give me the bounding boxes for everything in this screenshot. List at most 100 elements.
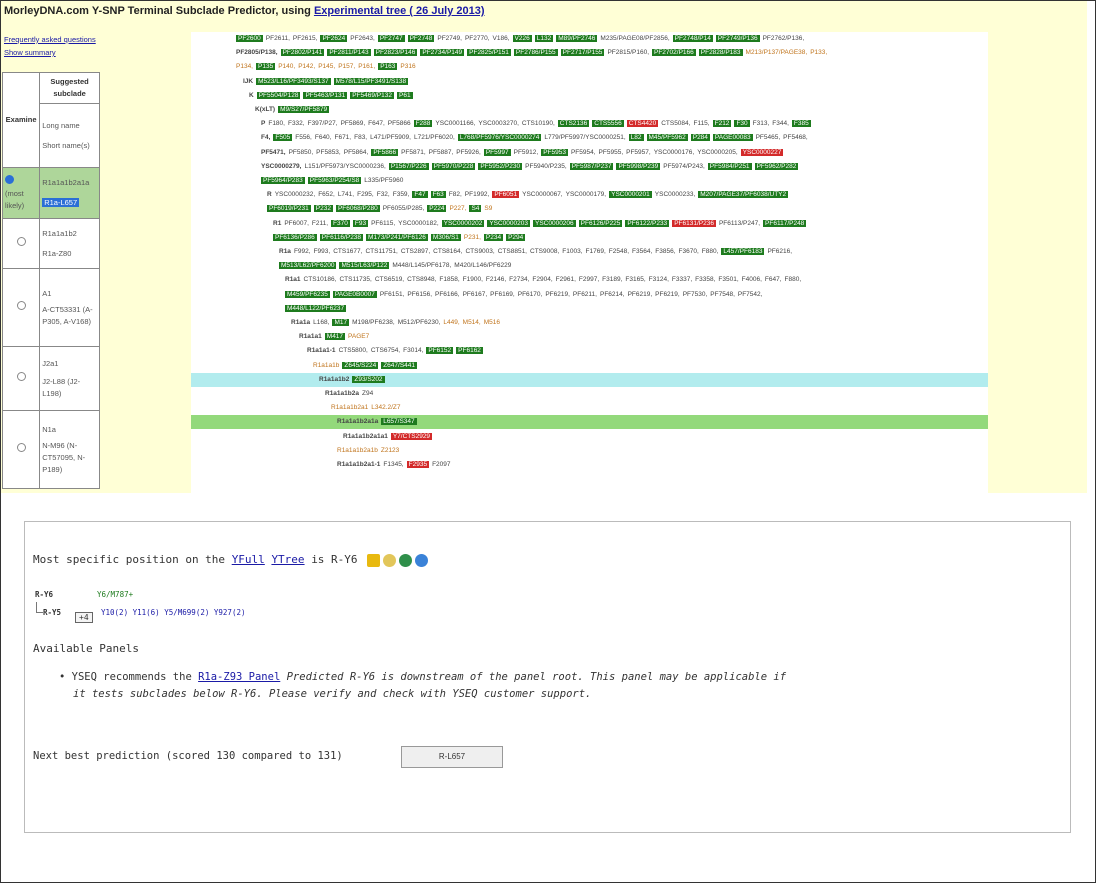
snp-label: M523/L16/PF3493/S137 [256, 78, 331, 85]
snp-label: YSC0000227 [740, 149, 784, 156]
tree-row-text: P134, P135 P140, P142, P145, P157, P161, P163 P3… [236, 61, 419, 73]
examine-cell [1, 218, 41, 269]
snp-label: F2146, [485, 276, 507, 283]
snp-label: F397/P27, [307, 120, 338, 127]
snp-label: F115, [693, 120, 710, 127]
ytree-link[interactable]: YTree [271, 553, 304, 566]
tree-row: R1a1a1b2a1a1 Y7/CTS2929 [191, 430, 988, 444]
tree-row-text: M448/L122/PF6237 [285, 303, 349, 315]
snp-label: F288 [413, 120, 433, 127]
tree-row: M513/L62/PF6200 M515/L63/P122 M448/L145/PF… [191, 259, 988, 273]
clade-name: R1a1a1-1 [307, 347, 336, 354]
snp-label: PF5887, [428, 149, 454, 156]
tree-row-text: R1a1a1b2 Z93/S202 [319, 374, 388, 386]
clade-name: R1a1a [291, 319, 311, 326]
snp-label: PF6219, [655, 291, 680, 298]
snp-label: CTS11735, [339, 276, 372, 283]
snp-label: PF5850, [288, 149, 314, 156]
tree-row: R YSC0000232, F652, L741, F295, F32, F359, F47 F… [191, 188, 988, 202]
snp-label: F3358, [695, 276, 716, 283]
snp-label: S4 [469, 205, 482, 212]
table-row: N1a N-M96 (N-CT57095, N-P189) [1, 410, 100, 489]
snp-label: F2935 [406, 461, 430, 468]
yfull-link[interactable]: YFull [232, 553, 265, 566]
snp-label: PF5953 [541, 149, 568, 156]
examine-radio[interactable] [16, 301, 26, 310]
snp-label: PF2734/P149 [420, 49, 465, 56]
y5-children[interactable]: Y10(2) Y11(6) Y5/M699(2) Y927(2) [101, 608, 246, 617]
clade-name: P [261, 120, 266, 127]
globe-icon[interactable] [399, 553, 413, 567]
coin-icon[interactable] [383, 553, 397, 567]
faq-link[interactable]: Frequently asked questions [4, 35, 96, 44]
examine-radio[interactable] [16, 372, 26, 381]
snp-label: S9 [484, 205, 493, 212]
tree-row: PF6136/P286 PF6116/P238 M173/P241/PF6126 M3… [191, 231, 988, 245]
snp-label: F295, [357, 191, 374, 198]
examine-radio[interactable] [16, 237, 26, 246]
snp-label: F83, [354, 134, 368, 141]
snp-label: PF2748/P14 [672, 35, 713, 42]
r1a-z93-panel-link[interactable]: R1a-Z93 Panel [198, 671, 280, 683]
snp-label: F505 [273, 134, 293, 141]
snp-label: L168, [313, 319, 330, 326]
clade-name: R1a1a1 [299, 333, 322, 340]
snp-label: PF6131/P236 [672, 220, 716, 227]
snp-label: F93 [352, 220, 369, 227]
y6-snps: Y6/M787+ [97, 590, 134, 599]
snp-label: F2961, [555, 276, 576, 283]
snp-label: YSC0000233, [654, 191, 696, 198]
yfull-logo-icon[interactable] [367, 553, 381, 567]
examine-radio[interactable] [16, 443, 26, 452]
snp-label: PF5998/P239 [616, 163, 661, 170]
snp-label: CTS5084, [661, 120, 691, 127]
experimental-tree-link[interactable]: Experimental tree ( 26 July 2013) [314, 5, 485, 17]
clade-name: R1a1a1b2a1a1 [343, 433, 388, 440]
tree-row-text: R1a1a1-1 CTS5800, CTS6754, F3014, PF6152 PF61… [307, 345, 486, 357]
clade-name: R1a1 [285, 276, 301, 283]
tree-row: R1a1a1b Z645/S224 Z647/S441 [191, 359, 988, 373]
snp-label: F32, [376, 191, 390, 198]
expand-button[interactable]: +4 [75, 605, 93, 624]
names-header: Long name Short name(s) [39, 103, 100, 168]
tree-row: R1a1a1-1 CTS5800, CTS6754, F3014, PF6152 PF61… [191, 344, 988, 358]
tree-row: R1a1a1b2a Z94 [191, 387, 988, 401]
examine-cell [1, 410, 41, 489]
snp-label: PF5970/P228 [431, 163, 476, 170]
clade-name: M448/L122/PF6237 [285, 305, 347, 312]
next-best-button[interactable]: R-L657 [401, 746, 503, 768]
snp-label: PF2749/P136 [715, 35, 760, 42]
clade-name: F4, [261, 134, 271, 141]
snp-label: F1345, [383, 461, 404, 468]
snp-label: CTS2136 [557, 120, 590, 127]
snp-label: F180, [268, 120, 285, 127]
snp-label: F2904, [532, 276, 553, 283]
snp-label: F556, [295, 134, 312, 141]
show-summary-link[interactable]: Show summary [4, 48, 56, 57]
tree-row: P134, P135 P140, P142, P145, P157, P161, P163 P3… [191, 60, 988, 74]
clade-name: R1 [273, 220, 282, 227]
snp-label: F647, [368, 120, 385, 127]
help-icon[interactable] [415, 553, 429, 567]
tree-row-text: K(xLT) M9/S27/PF5879 [255, 104, 332, 116]
tree-connector [36, 612, 43, 613]
next-best-text: Next best prediction (scored 130 compare… [33, 750, 343, 762]
snp-label: CTS1677, [333, 248, 363, 255]
snp-label: F47 [412, 191, 428, 198]
snp-label: CTS9008, [530, 248, 560, 255]
examine-radio[interactable] [5, 174, 14, 184]
snp-label: YSC0000201 [609, 191, 652, 198]
snp-label: M17 [332, 319, 350, 326]
snp-label: PF5866 [371, 149, 399, 156]
snp-label: PF2717/P155 [560, 49, 605, 56]
tree-row: K(xLT) M9/S27/PF5879 [191, 103, 988, 117]
snp-label: YSC0000203 [487, 220, 530, 227]
snp-label: PF2786/P155 [513, 49, 558, 56]
snp-label: PF6152 [426, 347, 454, 354]
snp-label: PF5997 [483, 149, 511, 156]
snp-label: F30 [734, 120, 750, 127]
subclade-cell: N1a N-M96 (N-CT57095, N-P189) [39, 410, 100, 489]
snp-label: F1003, [562, 248, 583, 255]
tree-row: R1a1 CTS10186, CTS11735, CTS6519, CTS8948, F1… [191, 273, 988, 287]
snp-label: PF2828/P183 [698, 49, 743, 56]
